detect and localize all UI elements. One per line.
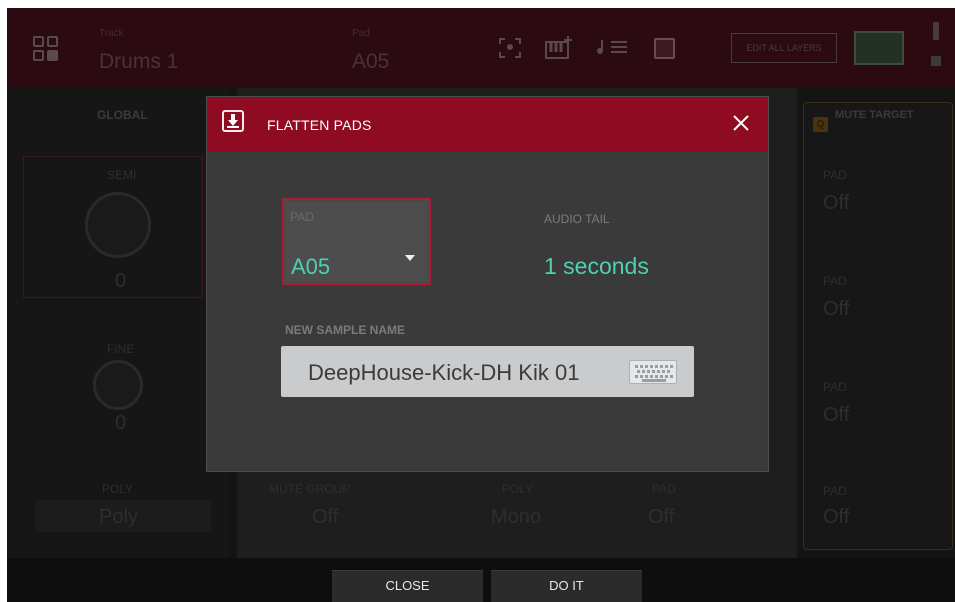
dialog-header: FLATTEN PADS xyxy=(207,97,768,152)
track-name[interactable]: Drums 1 xyxy=(99,50,178,74)
close-button[interactable]: CLOSE xyxy=(332,570,483,602)
pad-select-label: PAD xyxy=(290,210,314,224)
audio-tail-label: AUDIO TAIL xyxy=(544,212,610,226)
mute-target-header: MUTE TARGET xyxy=(835,109,914,121)
keygroup-icon[interactable] xyxy=(544,34,574,65)
mute-group-label: MUTE GROUP xyxy=(269,482,351,496)
semi-knob[interactable] xyxy=(85,192,151,258)
edit-all-layers-button[interactable]: EDIT ALL LAYERS xyxy=(731,33,837,63)
mute-target-value-4[interactable]: Off xyxy=(823,506,849,529)
fine-knob[interactable] xyxy=(93,360,143,410)
chevron-down-icon xyxy=(405,255,415,261)
mute-group-value[interactable]: Off xyxy=(312,506,338,529)
pad-label: Pad xyxy=(352,28,370,39)
poly-value: Poly xyxy=(99,506,138,528)
cpu-icon xyxy=(931,56,941,66)
pad-poly-value[interactable]: Mono xyxy=(491,506,541,529)
mute-target-label-3: PAD xyxy=(823,380,847,394)
track-label: Track xyxy=(99,28,124,39)
pad-select-value: A05 xyxy=(291,254,331,279)
top-bar: Track Drums 1 Pad A05 EDIT ALL LAYERS xyxy=(7,8,955,88)
do-it-button[interactable]: DO IT xyxy=(491,570,642,602)
pad-name[interactable]: A05 xyxy=(352,50,389,74)
new-sample-name-label: NEW SAMPLE NAME xyxy=(285,323,405,337)
audio-tail-value[interactable]: 1 seconds xyxy=(544,253,649,280)
mute-target-value-1[interactable]: Off xyxy=(823,192,849,215)
flatten-icon[interactable] xyxy=(654,38,675,59)
new-sample-name-value: DeepHouse-Kick-DH Kik 01 xyxy=(308,360,580,385)
bg-pad-label: PAD xyxy=(652,482,676,496)
fine-value: 0 xyxy=(115,412,127,434)
q-badge[interactable]: Q xyxy=(813,117,828,132)
flatten-pads-dialog: FLATTEN PADS PAD A05 AUDIO TAIL 1 second… xyxy=(206,96,769,472)
close-icon[interactable] xyxy=(731,113,751,133)
flatten-download-icon xyxy=(222,110,244,132)
footer-bar: CLOSE DO IT xyxy=(7,558,955,602)
fine-label: FINE xyxy=(107,342,135,356)
new-sample-name-field[interactable]: DeepHouse-Kick-DH Kik 01 xyxy=(281,346,694,397)
mute-target-value-2[interactable]: Off xyxy=(823,298,849,321)
screen: Track Drums 1 Pad A05 EDIT ALL LAYERS GL… xyxy=(7,8,955,602)
pad-focus-icon[interactable] xyxy=(499,38,521,63)
dialog-title: FLATTEN PADS xyxy=(267,117,372,133)
note-list-icon[interactable] xyxy=(597,38,629,61)
pad-poly-label: POLY xyxy=(502,482,534,496)
mute-target-label-1: PAD xyxy=(823,168,847,182)
bg-pad-value[interactable]: Off xyxy=(648,506,674,529)
mute-target-label-2: PAD xyxy=(823,274,847,288)
mute-target-value-3[interactable]: Off xyxy=(823,404,849,427)
semi-value: 0 xyxy=(115,270,127,292)
poly-label: POLY xyxy=(102,482,134,496)
grid-menu-icon[interactable] xyxy=(33,36,59,62)
battery-icon xyxy=(933,22,939,40)
pad-select[interactable]: PAD A05 xyxy=(282,198,431,285)
global-header: GLOBAL xyxy=(97,108,148,122)
envelope-icon[interactable] xyxy=(854,31,904,65)
mute-target-label-4: PAD xyxy=(823,484,847,498)
keyboard-icon[interactable] xyxy=(629,360,677,384)
semi-label: SEMI xyxy=(107,168,137,182)
